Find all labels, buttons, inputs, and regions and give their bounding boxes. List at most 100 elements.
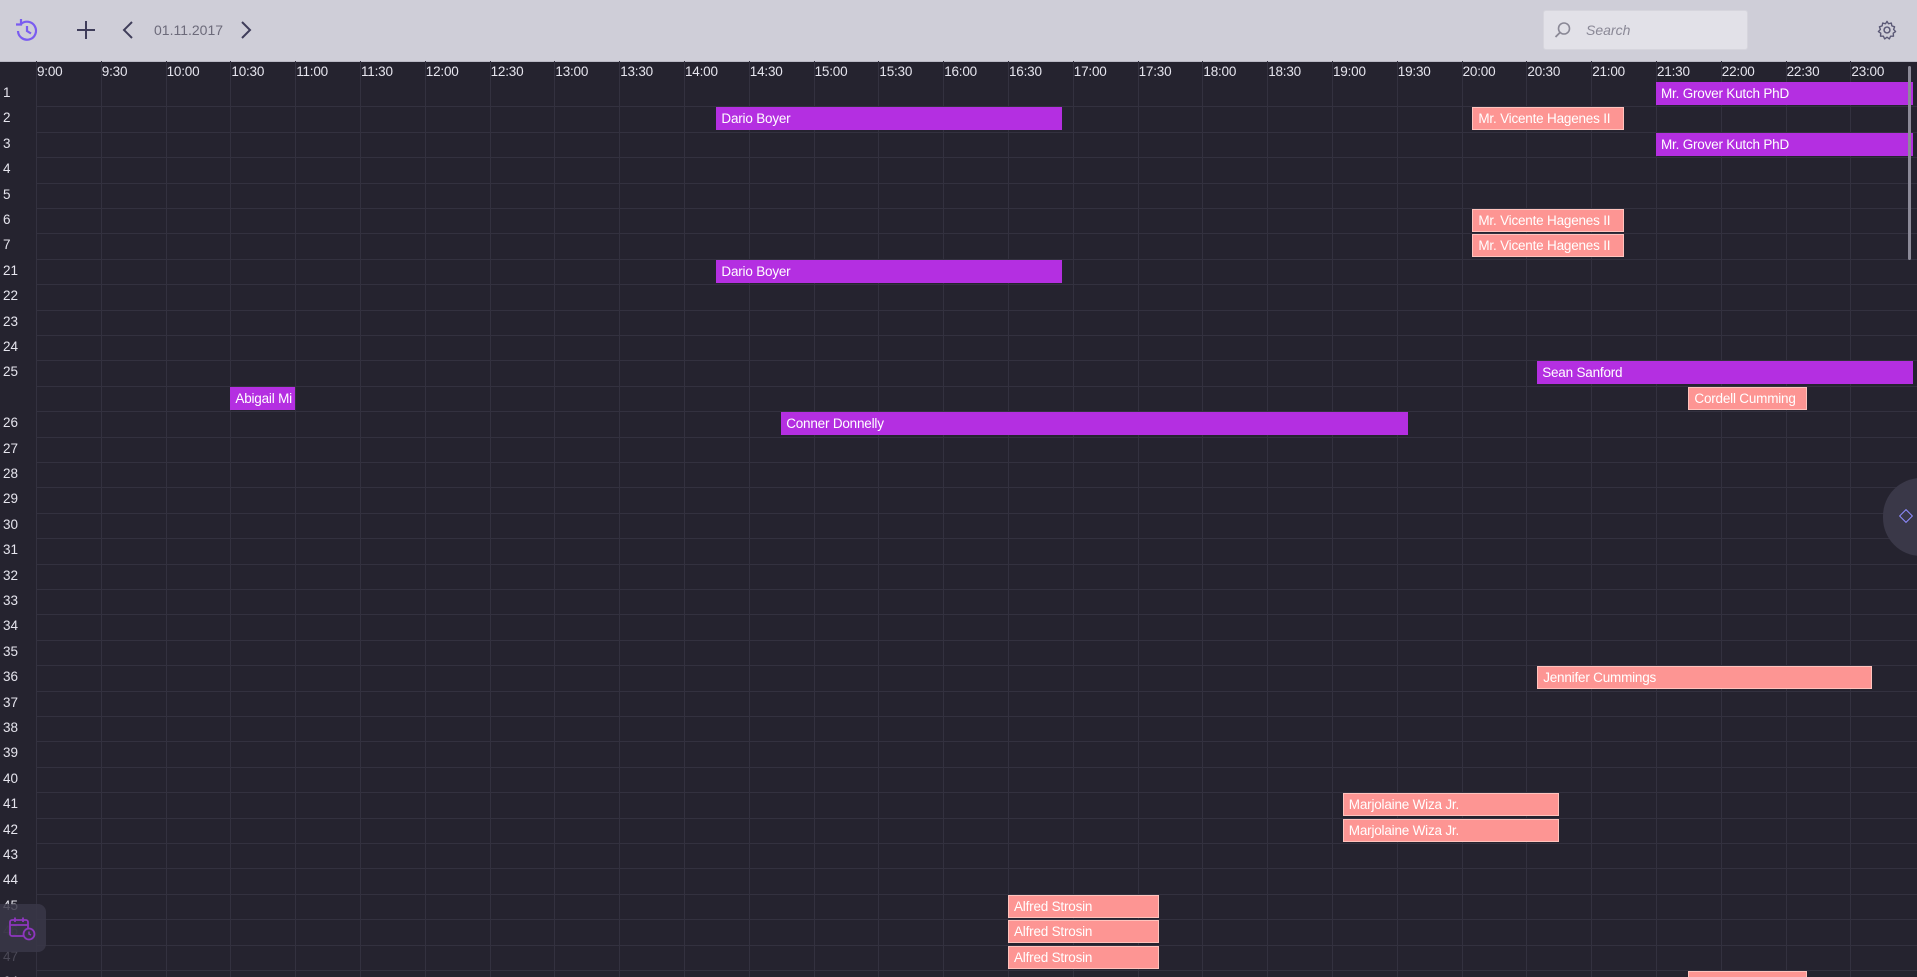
time-slot-label: 13:30 bbox=[620, 64, 653, 79]
time-slot-label: 19:00 bbox=[1333, 64, 1366, 79]
row-label: 6 bbox=[3, 212, 11, 227]
time-slot-label: 17:30 bbox=[1138, 64, 1172, 79]
grid-column-line bbox=[554, 61, 556, 977]
event-bar[interactable]: Sean Sanford bbox=[1537, 361, 1913, 385]
time-slot-label: 18:30 bbox=[1268, 64, 1301, 79]
event-bar[interactable]: Alfred Strosin bbox=[1008, 945, 1160, 969]
time-slot-label: 10:00 bbox=[166, 64, 200, 79]
event-bar[interactable]: Alfred Strosin bbox=[1008, 894, 1160, 918]
row-label: 44 bbox=[3, 872, 19, 888]
time-slot-label: 23:00 bbox=[1851, 64, 1885, 79]
add-event-button[interactable] bbox=[74, 16, 98, 44]
row-label: 7 bbox=[3, 237, 11, 253]
search-icon bbox=[1554, 22, 1571, 38]
time-slot-label: 19:30 bbox=[1397, 64, 1431, 79]
event-bar[interactable]: Mr. Vicente Hagenes II bbox=[1472, 209, 1624, 232]
row-label: 23 bbox=[3, 313, 19, 329]
grid-row-line bbox=[36, 284, 1917, 286]
event-bar[interactable]: Jennifer Cummings bbox=[1537, 666, 1872, 690]
grid-column-line bbox=[100, 61, 102, 977]
time-slot-label: 11:00 bbox=[296, 64, 328, 79]
history-icon[interactable] bbox=[12, 16, 42, 46]
time-slot-label: 12:30 bbox=[490, 64, 524, 79]
grid-column-line bbox=[424, 61, 426, 977]
grid-row-line bbox=[36, 538, 1917, 540]
grid-column-line bbox=[1332, 61, 1333, 977]
row-label: 24 bbox=[3, 339, 19, 354]
grid-column-line bbox=[1850, 61, 1852, 977]
event-bar[interactable]: Abigail Mi bbox=[230, 386, 296, 410]
grid-column-line bbox=[1202, 61, 1204, 977]
row-label: 29 bbox=[3, 491, 19, 507]
grid-column-line bbox=[943, 61, 945, 977]
row-label: 43 bbox=[3, 847, 19, 862]
grid-row-line bbox=[36, 944, 1917, 946]
event-bar[interactable]: Cordell Cumming bbox=[1688, 386, 1808, 410]
time-slot-label: 20:00 bbox=[1462, 64, 1496, 79]
settings-button[interactable] bbox=[1874, 17, 1900, 43]
time-slot-label: 9:30 bbox=[101, 64, 128, 79]
grid-column-line bbox=[489, 61, 491, 977]
time-slot-label: 21:00 bbox=[1592, 64, 1625, 79]
row-label: 39 bbox=[3, 745, 19, 761]
time-slot-label: 18:00 bbox=[1203, 64, 1237, 79]
grid-row-line bbox=[36, 309, 1917, 311]
event-bar[interactable]: Marjolaine Wiza Jr. bbox=[1342, 818, 1559, 842]
time-slot-label: 11:30 bbox=[361, 64, 393, 79]
event-bar[interactable]: Alfred Strosin bbox=[1008, 920, 1160, 944]
grid-column-line bbox=[1785, 61, 1787, 977]
time-slot-label: 22:30 bbox=[1786, 64, 1820, 79]
event-bar[interactable]: Conner Donnelly bbox=[781, 412, 1408, 436]
event-bar[interactable]: Mr. Vicente Hagenes II bbox=[1472, 234, 1624, 258]
grid-column-line bbox=[684, 61, 685, 977]
row-label: 5 bbox=[3, 186, 11, 202]
grid-row-line bbox=[36, 385, 1917, 387]
calendar-clock-icon bbox=[9, 917, 36, 941]
event-bar[interactable]: Mr. Vicente Hagenes II bbox=[1472, 107, 1624, 131]
row-label: 34 bbox=[3, 618, 19, 634]
search-input[interactable] bbox=[1584, 19, 1738, 41]
event-bar[interactable]: Cordell Cumming bbox=[1688, 971, 1808, 977]
grid-row-line bbox=[36, 919, 1917, 921]
row-label: 28 bbox=[3, 466, 19, 481]
gear-icon bbox=[1877, 20, 1897, 40]
vertical-scrollbar[interactable] bbox=[1908, 66, 1911, 260]
search-box bbox=[1543, 10, 1748, 50]
grid-row-line bbox=[36, 208, 1917, 209]
grid-column-line bbox=[878, 61, 880, 977]
event-bar[interactable]: Dario Boyer bbox=[716, 259, 1062, 283]
current-date[interactable]: 01.11.2017 bbox=[154, 22, 223, 38]
next-day-button[interactable] bbox=[236, 18, 256, 42]
grid-row-line bbox=[36, 690, 1917, 692]
previous-day-button[interactable] bbox=[118, 18, 138, 42]
row-label: 31 bbox=[3, 542, 19, 558]
grid-column-line bbox=[230, 61, 232, 977]
grid-column-line bbox=[1267, 61, 1269, 977]
grid-row-line bbox=[36, 233, 1917, 235]
time-slot-label: 14:00 bbox=[685, 64, 718, 79]
grid-column-line bbox=[813, 61, 815, 977]
grid-column-line bbox=[1591, 61, 1593, 977]
top-toolbar: 01.11.2017 bbox=[0, 0, 1917, 62]
row-label: 1 bbox=[3, 85, 11, 100]
event-bar[interactable]: Dario Boyer bbox=[716, 107, 1062, 131]
event-bar[interactable]: Mr. Grover Kutch PhD bbox=[1656, 132, 1913, 156]
row-label: 25 bbox=[3, 364, 19, 380]
grid-row-line bbox=[36, 817, 1917, 819]
grid-column-line bbox=[1072, 61, 1074, 977]
time-slot-label: 15:30 bbox=[879, 64, 913, 79]
row-label: 33 bbox=[3, 593, 19, 608]
grid-row-line bbox=[36, 716, 1917, 717]
row-label: 40 bbox=[3, 770, 19, 786]
time-slot-label: 13:00 bbox=[555, 64, 589, 79]
grid-column-line bbox=[619, 61, 621, 977]
event-bar[interactable]: Mr. Grover Kutch PhD bbox=[1656, 82, 1913, 105]
grid-column-line bbox=[360, 61, 361, 977]
grid-column-line bbox=[165, 61, 167, 977]
calendar-widget-button[interactable] bbox=[0, 904, 46, 952]
grid-row-line bbox=[36, 182, 1917, 184]
grid-row-line bbox=[36, 512, 1917, 514]
time-header: 9:00 9:30 10:00 10:30 11:00 11:30 12:00 12:30 13… bbox=[0, 61, 1917, 81]
row-label: 4 bbox=[3, 161, 11, 177]
event-bar[interactable]: Marjolaine Wiza Jr. bbox=[1342, 793, 1559, 817]
